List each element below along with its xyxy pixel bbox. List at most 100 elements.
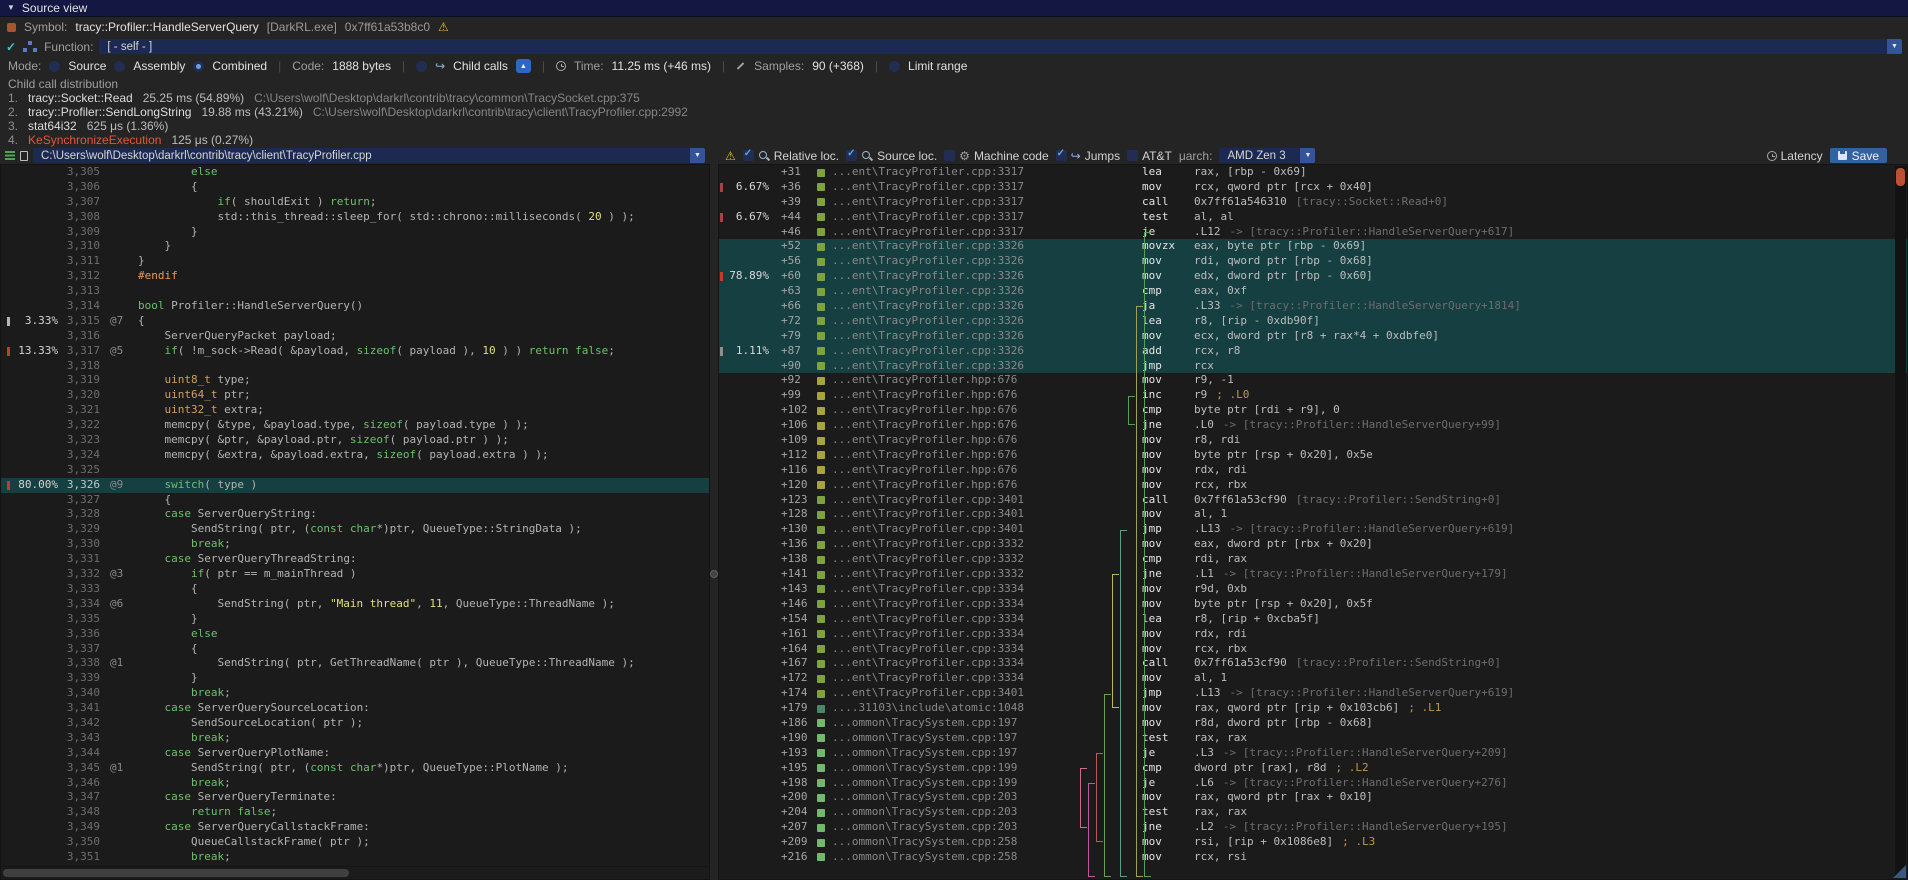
source-line[interactable]: 3,314bool Profiler::HandleServerQuery() [1, 299, 709, 314]
source-line[interactable]: 3,323 memcpy( &ptr, &payload.ptr, sizeof… [1, 433, 709, 448]
asm-row[interactable]: +128...ent\TracyProfiler.cpp:3401moval, … [719, 507, 1907, 522]
asm-row[interactable]: +138...ent\TracyProfiler.cpp:3332cmprdi,… [719, 552, 1907, 567]
function-combo[interactable]: [ - self - ] ▼ [99, 39, 1902, 54]
asm-row[interactable]: +120...ent\TracyProfiler.hpp:676movrcx, … [719, 478, 1907, 493]
asm-row[interactable]: +209...ommon\TracySystem.cpp:258movrsi, … [719, 835, 1907, 850]
child-call-item[interactable]: 1.tracy::Socket::Read25.25 ms (54.89%)C:… [0, 91, 1908, 105]
asm-row[interactable]: +146...ent\TracyProfiler.cpp:3334movbyte… [719, 597, 1907, 612]
source-line[interactable]: 3,339 } [1, 671, 709, 686]
source-line[interactable]: 3,345@1 SendString( ptr, (const char*)pt… [1, 761, 709, 776]
source-line[interactable]: 13.33%3,317@5 if( !m_sock->Read( &payloa… [1, 344, 709, 359]
machine-code-label[interactable]: Machine code [974, 149, 1049, 163]
collapse-arrow-icon[interactable]: ▼ [7, 4, 15, 12]
source-line[interactable]: 3,341 case ServerQuerySourceLocation: [1, 701, 709, 716]
check-icon[interactable]: ✓ [6, 41, 16, 53]
source-line[interactable]: 3,351 break; [1, 850, 709, 865]
asm-row[interactable]: +130...ent\TracyProfiler.cpp:3401jmp.L13… [719, 522, 1907, 537]
asm-row[interactable]: +143...ent\TracyProfiler.cpp:3334movr9d,… [719, 582, 1907, 597]
source-line[interactable]: 3,313 [1, 284, 709, 299]
uarch-combo[interactable]: AMD Zen 3 ▼ [1219, 148, 1315, 163]
asm-row[interactable]: +116...ent\TracyProfiler.hpp:676movrdx, … [719, 463, 1907, 478]
asm-row[interactable]: +195...ommon\TracySystem.cpp:199cmpdword… [719, 761, 1907, 776]
source-line[interactable]: 3,348 return false; [1, 805, 709, 820]
radio-source-label[interactable]: Source [68, 59, 106, 73]
asm-row[interactable]: +172...ent\TracyProfiler.cpp:3334moval, … [719, 671, 1907, 686]
file-combo[interactable]: C:\Users\wolf\Desktop\darkrl\contrib\tra… [33, 148, 705, 163]
asm-row[interactable]: +193...ommon\TracySystem.cpp:197je.L3-> … [719, 746, 1907, 761]
scrollbar-thumb[interactable] [1896, 168, 1905, 186]
radio-combined-label[interactable]: Combined [212, 59, 267, 73]
asm-row[interactable]: +52...ent\TracyProfiler.cpp:3326movzxeax… [719, 239, 1907, 254]
asm-row[interactable]: +109...ent\TracyProfiler.hpp:676movr8, r… [719, 433, 1907, 448]
asm-row[interactable]: 78.89%+60...ent\TracyProfiler.cpp:3326mo… [719, 269, 1907, 284]
source-line[interactable]: 3,340 break; [1, 686, 709, 701]
source-line[interactable]: 3,312#endif [1, 269, 709, 284]
chevron-down-icon[interactable]: ▼ [690, 148, 705, 163]
propagate-up-button[interactable]: ▲ [516, 59, 531, 73]
asm-row[interactable]: +31...ent\TracyProfiler.cpp:3317learax, … [719, 165, 1907, 180]
source-line[interactable]: 3,320 uint64_t ptr; [1, 388, 709, 403]
child-calls-checkbox[interactable] [416, 61, 427, 72]
asm-row[interactable]: +90...ent\TracyProfiler.cpp:3326jmprcx [719, 359, 1907, 374]
asm-row[interactable]: 6.67%+36...ent\TracyProfiler.cpp:3317mov… [719, 180, 1907, 195]
source-line[interactable]: 3,329 SendString( ptr, (const char*)ptr,… [1, 522, 709, 537]
source-line[interactable]: 3,324 memcpy( &extra, &payload.extra, si… [1, 448, 709, 463]
child-call-item[interactable]: 4.KeSynchronizeExecution125 μs (0.27%) [0, 133, 1908, 147]
source-line[interactable]: 3,310 } [1, 239, 709, 254]
source-line[interactable]: 3,316 ServerQueryPacket payload; [1, 329, 709, 344]
asm-row[interactable]: +66...ent\TracyProfiler.cpp:3326ja.L33->… [719, 299, 1907, 314]
source-line[interactable]: 3,331 case ServerQueryThreadString: [1, 552, 709, 567]
radio-assembly[interactable] [114, 61, 125, 72]
chevron-down-icon[interactable]: ▼ [1300, 148, 1315, 163]
asm-row[interactable]: +112...ent\TracyProfiler.hpp:676movbyte … [719, 448, 1907, 463]
title-bar[interactable]: ▼ Source view [0, 0, 1908, 17]
asm-row[interactable]: +136...ent\TracyProfiler.cpp:3332moveax,… [719, 537, 1907, 552]
source-line[interactable]: 3,344 case ServerQueryPlotName: [1, 746, 709, 761]
source-line[interactable]: 3,337 { [1, 642, 709, 657]
asm-row[interactable]: +190...ommon\TracySystem.cpp:197testrax,… [719, 731, 1907, 746]
latency-toggle[interactable]: Latency [1767, 149, 1823, 163]
machine-code-toggle[interactable]: ⚙ Machine code [944, 149, 1048, 163]
splitter-handle[interactable] [710, 570, 718, 578]
source-line[interactable]: 3,343 break; [1, 731, 709, 746]
asm-row[interactable]: +154...ent\TracyProfiler.cpp:3334lear8, … [719, 612, 1907, 627]
source-loc-toggle[interactable]: Source loc. [846, 149, 937, 163]
source-line[interactable]: 3,308 std::this_thread::sleep_for( std::… [1, 210, 709, 225]
jumps-label[interactable]: Jumps [1085, 149, 1120, 163]
source-line[interactable]: 3,307 if( shouldExit ) return; [1, 195, 709, 210]
asm-row[interactable]: +141...ent\TracyProfiler.cpp:3332jne.L1-… [719, 567, 1907, 582]
source-line[interactable]: 3,330 break; [1, 537, 709, 552]
asm-row[interactable]: +106...ent\TracyProfiler.hpp:676jne.L0->… [719, 418, 1907, 433]
source-line[interactable]: 3,335 } [1, 612, 709, 627]
asm-row[interactable]: +79...ent\TracyProfiler.cpp:3326movecx, … [719, 329, 1907, 344]
att-checkbox[interactable] [1127, 150, 1138, 161]
asm-row[interactable]: 1.11%+87...ent\TracyProfiler.cpp:3326add… [719, 344, 1907, 359]
document-icon[interactable] [20, 151, 28, 161]
assembly-view[interactable]: +31...ent\TracyProfiler.cpp:3317learax, … [718, 164, 1908, 880]
source-code-view[interactable]: 3,305 else3,306 {3,307 if( shouldExit ) … [0, 164, 710, 867]
asm-row[interactable]: +123...ent\TracyProfiler.cpp:3401call0x7… [719, 493, 1907, 508]
source-line[interactable]: 3,327 { [1, 493, 709, 508]
child-call-item[interactable]: 3.stat64i32625 μs (1.36%) [0, 119, 1908, 133]
source-line[interactable]: 3,336 else [1, 627, 709, 642]
jumps-checkbox[interactable] [1056, 150, 1067, 161]
resize-grip[interactable] [1893, 865, 1906, 878]
source-line[interactable]: 3,332@3 if( ptr == m_mainThread ) [1, 567, 709, 582]
asm-row[interactable]: +174...ent\TracyProfiler.cpp:3401jmp.L13… [719, 686, 1907, 701]
source-line[interactable]: 3,322 memcpy( &type, &payload.type, size… [1, 418, 709, 433]
asm-row[interactable]: +216...ommon\TracySystem.cpp:258movrcx, … [719, 850, 1907, 865]
asm-row[interactable]: +102...ent\TracyProfiler.hpp:676cmpbyte … [719, 403, 1907, 418]
relative-loc-label[interactable]: Relative loc. [774, 149, 839, 163]
source-line[interactable]: 3,306 { [1, 180, 709, 195]
source-line[interactable]: 3,311} [1, 254, 709, 269]
asm-row[interactable]: +72...ent\TracyProfiler.cpp:3326lear8, [… [719, 314, 1907, 329]
scrollbar-thumb[interactable] [3, 869, 349, 877]
att-label[interactable]: AT&T [1142, 149, 1172, 163]
source-line[interactable]: 3,333 { [1, 582, 709, 597]
chevron-down-icon[interactable]: ▼ [1887, 39, 1902, 54]
source-line[interactable]: 3,350 QueueCallstackFrame( ptr ); [1, 835, 709, 850]
asm-row[interactable]: +92...ent\TracyProfiler.hpp:676movr9, -1 [719, 373, 1907, 388]
source-line[interactable]: 3,318 [1, 359, 709, 374]
att-toggle[interactable]: AT&T [1127, 149, 1172, 163]
source-line[interactable]: 3,305 else [1, 165, 709, 180]
